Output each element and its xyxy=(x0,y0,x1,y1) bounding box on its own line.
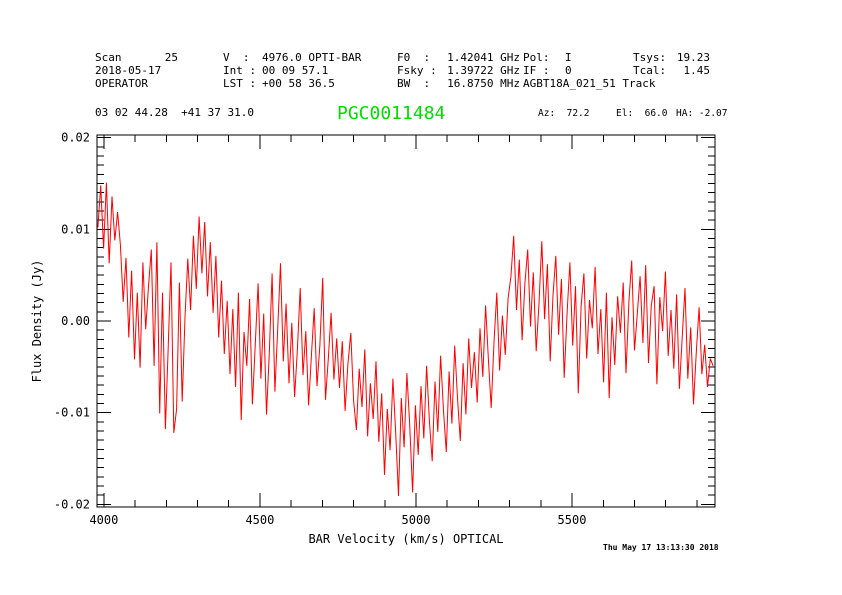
gbtidl-plotter-window: Scan 25 V : 4976.0 OPTI-BAR F0 : 1.42041… xyxy=(0,0,842,595)
x-tick-label: 5500 xyxy=(558,513,587,527)
x-tick-label: 4000 xyxy=(89,513,118,527)
x-ticks xyxy=(104,135,697,507)
y-tick-label: 0.00 xyxy=(61,314,90,328)
x-tick-labels: 4000 4500 5000 5500 xyxy=(89,513,586,527)
spectrum-trace xyxy=(98,183,713,496)
plot-frame xyxy=(97,135,715,507)
x-tick-label: 4500 xyxy=(245,513,274,527)
x-tick-label: 5000 xyxy=(402,513,431,527)
y-tick-label: -0.01 xyxy=(54,406,90,420)
x-axis-title: BAR Velocity (km/s) OPTICAL xyxy=(308,532,503,546)
y-tick-label: 0.02 xyxy=(61,131,90,145)
y-axis-title: Flux Density (Jy) xyxy=(30,260,44,383)
spectrum-plot: 4000 4500 5000 5500 0.02 0.01 0.00 -0.01 -0.02 xyxy=(0,0,842,595)
y-tick-labels: 0.02 0.01 0.00 -0.01 -0.02 xyxy=(54,131,90,512)
y-tick-label: -0.02 xyxy=(54,497,90,511)
y-ticks xyxy=(97,138,715,505)
timestamp: Thu May 17 13:13:30 2018 xyxy=(603,543,719,552)
y-tick-label: 0.01 xyxy=(61,222,90,236)
